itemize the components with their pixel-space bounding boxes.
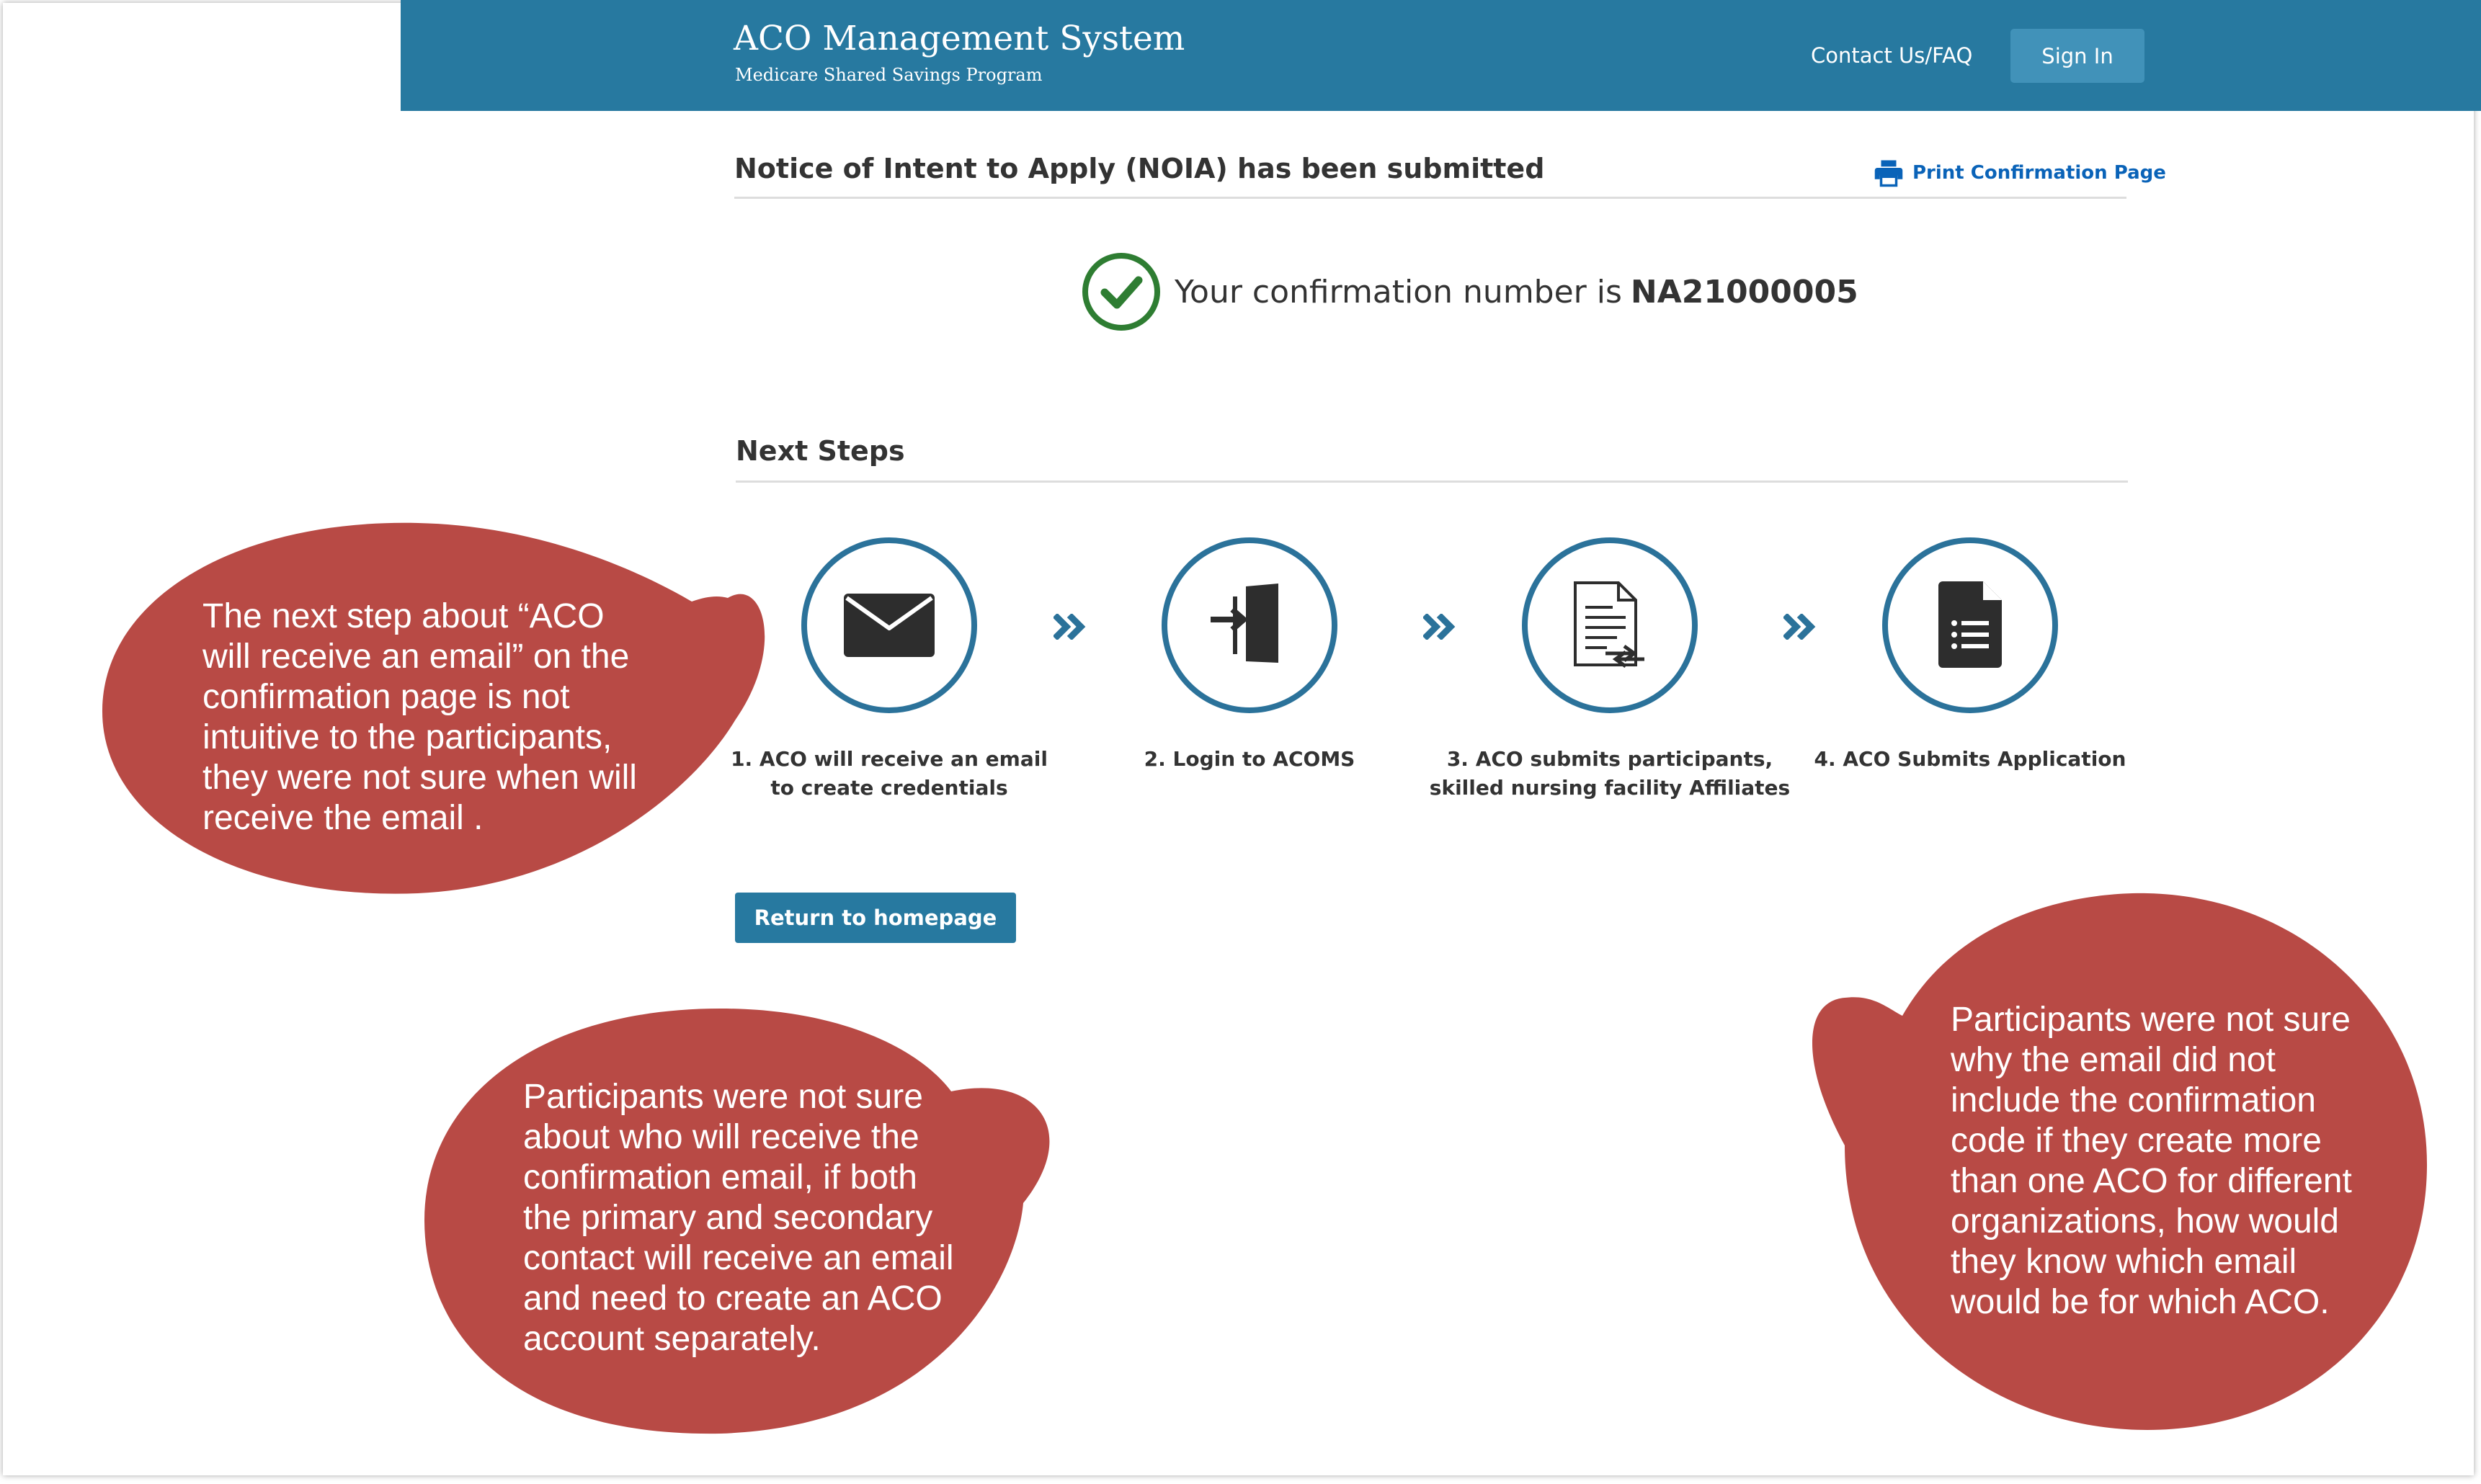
- callout-1-text: The next step about “ACO will receive an…: [202, 597, 637, 837]
- callout-3-text: Participants were not sure why the email…: [1951, 1001, 2352, 1321]
- callout-2-text: Participants were not sure about who wil…: [523, 1078, 954, 1358]
